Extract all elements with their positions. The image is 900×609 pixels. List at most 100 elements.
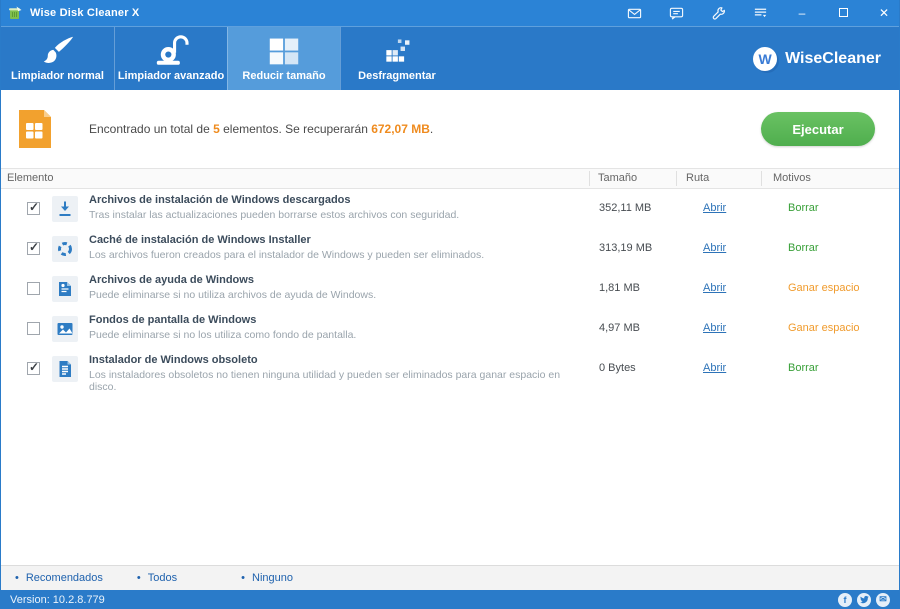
tab-label: Reducir tamaño — [242, 70, 326, 82]
row-motive: Ganar espacio — [788, 282, 860, 294]
wisecleaner-logo: W WiseCleaner — [753, 27, 881, 90]
open-link[interactable]: Abrir — [703, 202, 726, 214]
table-header: Elemento Tamaño Ruta Motivos — [1, 168, 899, 189]
download-icon — [52, 196, 78, 222]
row-checkbox[interactable] — [27, 240, 40, 255]
wisecleaner-logo-icon: W — [753, 46, 778, 71]
tools-icon[interactable] — [711, 6, 726, 21]
select-all-link[interactable]: Todos — [137, 572, 177, 584]
row-title: Fondos de pantalla de Windows — [89, 314, 257, 326]
tab-label: Limpiador normal — [11, 70, 104, 82]
row-description: Puede eliminarse si no los utiliza como … — [89, 329, 357, 341]
open-link[interactable]: Abrir — [703, 322, 726, 334]
defrag-icon — [379, 34, 415, 68]
version-label: Version: 10.2.8.779 — [10, 593, 105, 606]
tab-reducir-tamano[interactable]: Reducir tamaño — [227, 27, 340, 90]
header-ruta: Ruta — [686, 172, 710, 184]
row-motive: Borrar — [788, 242, 819, 254]
sync-icon — [52, 236, 78, 262]
row-size: 0 Bytes — [599, 362, 636, 374]
windows-icon — [266, 34, 302, 68]
table-row: Fondos de pantalla de Windows Puede elim… — [1, 309, 899, 349]
row-checkbox[interactable] — [27, 282, 40, 295]
select-none-link[interactable]: Ninguno — [241, 572, 293, 584]
row-text: Archivos de ayuda de Windows Puede elimi… — [89, 274, 569, 301]
select-recommended-link[interactable]: Recomendados — [15, 572, 103, 584]
row-checkbox[interactable] — [27, 360, 40, 375]
header-tamano: Tamaño — [598, 172, 638, 184]
tabbar: Limpiador normal Limpiador avanzado Redu… — [1, 26, 899, 90]
table-row: Archivos de ayuda de Windows Puede elimi… — [1, 269, 899, 309]
window-title: Wise Disk Cleaner X — [30, 7, 140, 19]
tab-limpiador-avanzado[interactable]: Limpiador avanzado — [114, 27, 227, 90]
row-text: Caché de instalación de Windows Installe… — [89, 234, 569, 261]
row-description: Los instaladores obsoletos no tienen nin… — [89, 369, 561, 393]
summary-count: 5 — [213, 122, 220, 136]
header-motivos: Motivos — [773, 172, 811, 184]
email-icon[interactable]: ✉ — [876, 592, 890, 607]
tab-desfragmentar[interactable]: Desfragmentar — [340, 27, 453, 90]
brush-icon — [40, 34, 76, 68]
mail-icon[interactable] — [627, 6, 642, 21]
table-row: Archivos de instalación de Windows desca… — [1, 189, 899, 229]
close-button[interactable]: ✕ — [877, 6, 891, 20]
row-description: Los archivos fueron creados para el inst… — [89, 249, 485, 261]
statusbar: Version: 10.2.8.779 f ✉ — [1, 590, 899, 609]
header-elemento: Elemento — [7, 172, 54, 184]
app-icon — [7, 5, 23, 21]
summary-bar: Encontrado un total de 5 elementos. Se r… — [1, 90, 899, 168]
row-description: Tras instalar las actualizaciones pueden… — [89, 209, 460, 221]
table-row: Instalador de Windows obsoleto Los insta… — [1, 349, 899, 393]
row-size: 313,19 MB — [599, 242, 653, 254]
selection-bar: Recomendados Todos Ninguno — [1, 565, 899, 590]
tab-limpiador-normal[interactable]: Limpiador normal — [1, 27, 114, 90]
row-title: Archivos de instalación de Windows desca… — [89, 194, 351, 206]
tab-label: Limpiador avanzado — [117, 70, 225, 82]
windows-document-icon — [17, 108, 53, 150]
column-divider — [589, 171, 590, 186]
row-checkbox[interactable] — [27, 200, 40, 215]
tab-label: Desfragmentar — [358, 70, 436, 82]
row-motive: Borrar — [788, 202, 819, 214]
row-text: Instalador de Windows obsoleto Los insta… — [89, 354, 569, 393]
vacuum-icon — [153, 34, 189, 68]
facebook-icon[interactable]: f — [838, 592, 852, 607]
wallpaper-icon — [52, 316, 78, 342]
row-title: Instalador de Windows obsoleto — [89, 354, 258, 366]
summary-middle: elementos. Se recuperarán — [219, 122, 372, 136]
titlebar-actions: – ✕ — [627, 6, 891, 21]
results-list: Archivos de instalación de Windows desca… — [1, 189, 899, 393]
row-text: Archivos de instalación de Windows desca… — [89, 194, 569, 221]
titlebar: Wise Disk Cleaner X – ✕ — [1, 0, 899, 26]
summary-prefix: Encontrado un total de — [89, 122, 214, 136]
wise-disk-cleaner-window: Wise Disk Cleaner X – ✕ Limpiador normal… — [0, 0, 900, 609]
execute-button[interactable]: Ejecutar — [761, 112, 875, 146]
social-links: f ✉ — [838, 592, 890, 607]
row-description: Puede eliminarse si no utiliza archivos … — [89, 289, 377, 301]
twitter-icon[interactable] — [857, 592, 871, 607]
summary-text: Encontrado un total de 5 elementos. Se r… — [89, 122, 433, 136]
row-checkbox[interactable] — [27, 322, 40, 335]
row-title: Caché de instalación de Windows Installe… — [89, 234, 311, 246]
maximize-button[interactable] — [836, 6, 850, 20]
feedback-icon[interactable] — [669, 6, 684, 21]
row-size: 352,11 MB — [599, 202, 652, 214]
open-link[interactable]: Abrir — [703, 242, 726, 254]
row-motive: Ganar espacio — [788, 322, 860, 334]
row-size: 4,97 MB — [599, 322, 640, 334]
minimize-button[interactable]: – — [795, 6, 809, 20]
summary-size: 672,07 MB — [371, 122, 430, 136]
menu-icon[interactable] — [753, 6, 768, 21]
open-link[interactable]: Abrir — [703, 362, 726, 374]
summary-suffix: . — [429, 122, 434, 136]
row-motive: Borrar — [788, 362, 819, 374]
installer-doc-icon — [52, 356, 78, 382]
row-size: 1,81 MB — [599, 282, 640, 294]
open-link[interactable]: Abrir — [703, 282, 726, 294]
column-divider — [761, 171, 762, 186]
wisecleaner-logo-text: WiseCleaner — [785, 49, 881, 67]
row-title: Archivos de ayuda de Windows — [89, 274, 254, 286]
row-text: Fondos de pantalla de Windows Puede elim… — [89, 314, 569, 341]
help-files-icon — [52, 276, 78, 302]
column-divider — [676, 171, 677, 186]
